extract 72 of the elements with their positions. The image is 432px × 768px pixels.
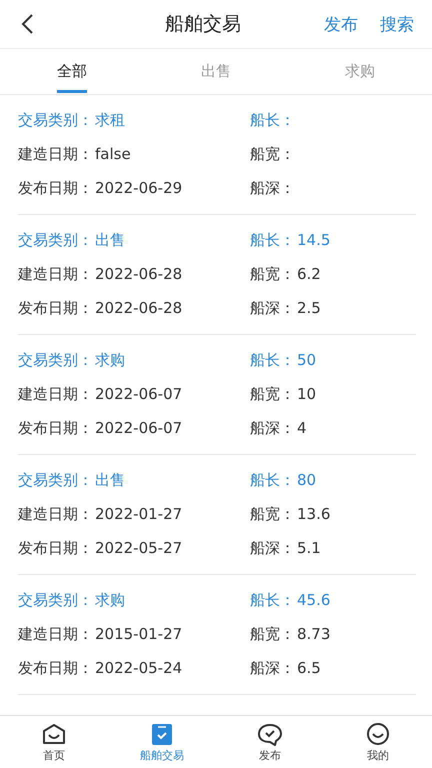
field-label: 船宽： — [250, 624, 295, 644]
field-label: 船深： — [250, 418, 295, 438]
search-link[interactable]: 搜索 — [380, 12, 414, 36]
field-value: 10 — [297, 385, 316, 403]
field-label: 发布日期： — [18, 538, 93, 558]
field-value: 13.6 — [297, 505, 330, 523]
house-icon — [41, 722, 67, 746]
field-label: 发布日期： — [18, 418, 93, 438]
nav-tab[interactable]: 发布 — [216, 716, 324, 768]
field-value: 50 — [297, 351, 316, 369]
field-label: 建造日期： — [18, 504, 93, 524]
field-label: 建造日期： — [18, 144, 93, 164]
filter-tab[interactable]: 出售 — [201, 50, 231, 93]
field-label: 船宽： — [250, 504, 295, 524]
field-label: 船宽： — [250, 264, 295, 284]
field-value: 出售 — [95, 470, 125, 490]
field-value: 出售 — [95, 230, 125, 250]
field-value: 2022-06-07 — [95, 385, 182, 403]
field-value: 2022-06-29 — [95, 179, 182, 197]
nav-tab[interactable]: 首页 — [0, 716, 108, 768]
field-value: 6.5 — [297, 659, 321, 677]
field-label: 交易类别： — [18, 470, 93, 490]
field-value: 80 — [297, 471, 316, 489]
field-value: 2015-01-27 — [95, 625, 182, 643]
field-label: 船深： — [250, 658, 295, 678]
field-value: 2022-06-28 — [95, 299, 182, 317]
field-value: 8.73 — [297, 625, 330, 643]
clipboard-check-icon — [149, 722, 175, 746]
field-label: 交易类别： — [18, 350, 93, 370]
field-label: 建造日期： — [18, 264, 93, 284]
filter-tab[interactable]: 全部 — [57, 50, 87, 93]
field-value: 14.5 — [297, 231, 330, 249]
field-label: 发布日期： — [18, 298, 93, 318]
smiley-icon — [365, 722, 391, 746]
field-value: 2022-06-28 — [95, 265, 182, 283]
field-value: false — [95, 145, 131, 163]
nav-tab[interactable]: 我的 — [324, 716, 432, 768]
field-value: 求租 — [95, 110, 125, 130]
page-title: 船舶交易 — [164, 12, 242, 37]
field-label: 船宽： — [250, 384, 295, 404]
field-label: 船深： — [250, 178, 295, 198]
field-value: 5.1 — [297, 539, 321, 557]
field-label: 建造日期： — [18, 384, 93, 404]
chat-bubble-icon — [257, 722, 283, 746]
filter-tab[interactable]: 求购 — [345, 50, 375, 93]
field-label: 交易类别： — [18, 590, 93, 610]
field-label: 发布日期： — [18, 658, 93, 678]
field-label: 建造日期： — [18, 624, 93, 644]
field-value: 2.5 — [297, 299, 321, 317]
field-value: 2022-05-24 — [95, 659, 182, 677]
field-value: 求购 — [95, 350, 125, 370]
field-label: 交易类别： — [18, 110, 93, 130]
field-label: 船长： — [250, 110, 295, 130]
field-label: 船深： — [250, 538, 295, 558]
back-icon[interactable] — [20, 13, 34, 35]
field-label: 船深： — [250, 298, 295, 318]
field-label: 发布日期： — [18, 178, 93, 198]
field-value: 6.2 — [297, 265, 321, 283]
field-value: 2022-06-07 — [95, 419, 182, 437]
field-label: 船长： — [250, 470, 295, 490]
publish-link[interactable]: 发布 — [324, 12, 358, 36]
field-value: 45.6 — [297, 591, 330, 609]
field-value: 2022-05-27 — [95, 539, 182, 557]
field-value: 4 — [297, 419, 307, 437]
field-label: 船长： — [250, 590, 295, 610]
field-label: 交易类别： — [18, 230, 93, 250]
field-value: 2022-01-27 — [95, 505, 182, 523]
field-label: 船长： — [250, 350, 295, 370]
nav-tab[interactable]: 船舶交易 — [108, 716, 216, 768]
field-value: 求购 — [95, 590, 125, 610]
field-label: 船宽： — [250, 144, 295, 164]
field-label: 船长： — [250, 230, 295, 250]
